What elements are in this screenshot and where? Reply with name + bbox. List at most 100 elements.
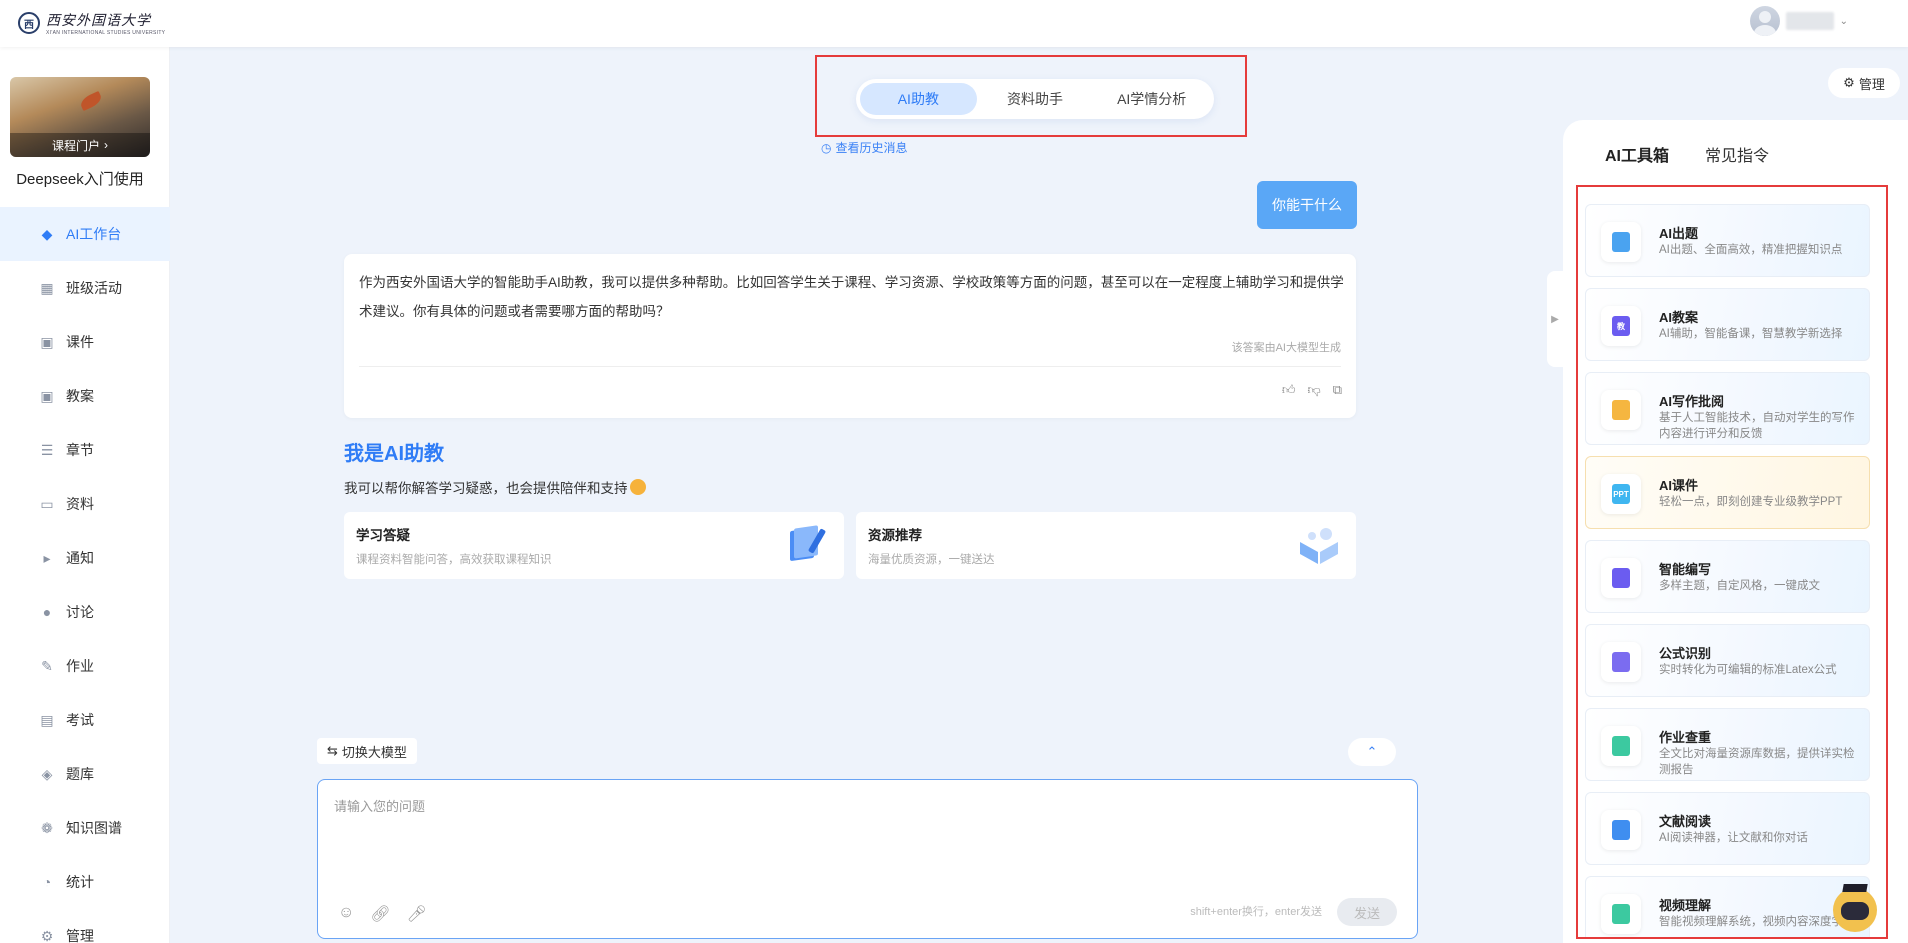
tool-name: AI课件 (1659, 478, 1699, 493)
chevron-down-icon[interactable]: ⌄ (1840, 16, 1848, 27)
course-portal-link[interactable]: 课程门户 › (10, 133, 150, 157)
tool-card[interactable]: PPT AI课件 轻松一点，即刻创建专业级教学PPT (1585, 456, 1870, 529)
tab-ai-assistant[interactable]: AI助教 (860, 83, 977, 115)
panel-toggle-button[interactable]: ▶ (1547, 271, 1563, 367)
tool-card[interactable]: AI出题 AI出题、全面高效，精准把握知识点 (1585, 204, 1870, 277)
manage-button[interactable]: ⚙ 管理 (1828, 68, 1900, 98)
open-book-icon (1300, 528, 1338, 564)
tab-material-assistant[interactable]: 资料助手 (977, 83, 1094, 115)
tool-glyph (1612, 736, 1630, 756)
microphone-icon[interactable]: 🎤︎ (407, 904, 427, 924)
sidebar-item-ai-workbench[interactable]: ◆ AI工作台 (0, 207, 170, 261)
chat-input[interactable] (334, 796, 1394, 886)
tool-desc: 实时转化为可编辑的标准Latex公式 (1659, 664, 1837, 676)
university-seal-icon: 西 (18, 12, 40, 34)
tool-desc: 基于人工智能技术，自动对学生的写作内容进行评分和反馈 (1659, 412, 1855, 440)
sidebar-item-manage[interactable]: ⚙ 管理 (0, 909, 170, 943)
user-menu[interactable]: ⌄ (1749, 6, 1848, 36)
chat-input-box: ☺ 🔗︎ 🎤︎ shift+enter换行，enter发送 发送 (317, 779, 1418, 939)
smile-emoji-icon (629, 479, 646, 495)
graph-icon: ❁ (41, 819, 53, 836)
divider (359, 366, 1341, 367)
emoji-icon[interactable]: ☺ (338, 904, 354, 924)
tool-card[interactable]: 作业查重 全文比对海量资源库数据，提供详实检测报告 (1585, 708, 1870, 781)
tool-card[interactable]: 智能编写多样主题，自定风格，一键成文 (1585, 540, 1870, 613)
sidebar-item-homework[interactable]: ✎ 作业 (0, 639, 170, 693)
user-name-redacted (1785, 12, 1834, 30)
tool-desc: 多样主题，自定风格，一键成文 (1659, 580, 1820, 592)
sidebar-item-notice[interactable]: ▸ 通知 (0, 531, 170, 585)
tool-list: AI出题 AI出题、全面高效，精准把握知识点教 AI教案 AI辅助，智能备课，智慧教学… (1585, 204, 1870, 939)
tool-icon (1601, 810, 1641, 850)
caret-right-icon: ▶ (1551, 313, 1559, 325)
tool-glyph (1612, 568, 1630, 588)
tool-glyph: PPT (1612, 484, 1630, 504)
swap-icon: ⇆ (327, 743, 338, 758)
tool-name: 公式识别 (1659, 646, 1712, 661)
history-link[interactable]: ◷ 查看历史消息 (821, 139, 908, 156)
sidebar-item-class-activity[interactable]: ▦ 班级活动 (0, 261, 170, 315)
tool-name: 文献阅读 (1659, 814, 1712, 829)
sidebar-item-knowledge-graph[interactable]: ❁ 知识图谱 (0, 801, 170, 855)
tool-card[interactable]: 视频理解 智能视频理解系统，视频内容深度学习 (1585, 876, 1870, 939)
feature-card-resources[interactable]: 资源推荐 海量优质资源，一键送达 (856, 512, 1356, 579)
avatar[interactable] (1749, 6, 1780, 36)
copy-icon[interactable]: ⧉ (1333, 382, 1342, 398)
course-cover[interactable]: 课程门户 › (10, 77, 150, 157)
tool-card[interactable]: 教 AI教案 AI辅助，智能备课，智慧教学新选择 (1585, 288, 1870, 361)
tool-name: AI教案 (1659, 310, 1699, 325)
sidebar-item-courseware[interactable]: ▣ 课件 (0, 315, 170, 369)
sidebar-item-chapters[interactable]: ☰ 章节 (0, 423, 170, 477)
collapse-up-button[interactable]: ⌃ (1348, 738, 1396, 766)
user-message-bubble: 你能干什么 (1257, 181, 1357, 229)
book-pen-icon (790, 525, 826, 561)
sidebar-item-question-bank[interactable]: ◈ 题库 (0, 747, 170, 801)
tab-learning-analysis[interactable]: AI学情分析 (1093, 83, 1210, 115)
tool-card[interactable]: 公式识别实时转化为可编辑的标准Latex公式 (1585, 624, 1870, 697)
sidebar-item-statistics[interactable]: ◔ 统计 (0, 855, 170, 909)
mode-tabs: AI助教 资料助手 AI学情分析 (856, 79, 1214, 119)
feature-card-qa[interactable]: 学习答疑 课程资料智能问答，高效获取课程知识 (344, 512, 844, 579)
tool-card[interactable]: AI写作批阅基于人工智能技术，自动对学生的写作内容进行评分和反馈 (1585, 372, 1870, 445)
course-title: Deepseek入门使用 (16, 171, 144, 188)
tool-desc: AI辅助，智能备课，智慧教学新选择 (1659, 328, 1843, 340)
thumbs-down-icon[interactable]: 👎︎ (1308, 382, 1321, 398)
ai-generated-note: 该答案由AI大模型生成 (1231, 342, 1341, 354)
link-icon[interactable]: 🔗︎ (370, 904, 390, 924)
history-clock-icon: ◷ (821, 140, 832, 155)
sidebar-item-discussion[interactable]: ● 讨论 (0, 585, 170, 639)
tool-glyph (1612, 904, 1630, 924)
university-logo[interactable]: 西 西安外国语大学 XI'AN INTERNATIONAL STUDIES UN… (18, 10, 165, 36)
sidebar-item-materials[interactable]: ▭ 资料 (0, 477, 170, 531)
tool-glyph (1612, 400, 1630, 420)
sidebar-item-exam[interactable]: ▤ 考试 (0, 693, 170, 747)
sidebar: 课程门户 › Deepseek入门使用 ◆ AI工作台 ▦ 班级活动 ▣ 课件 … (0, 47, 170, 943)
tab-ai-toolbox[interactable]: AI工具箱 (1605, 142, 1669, 166)
tool-icon (1601, 222, 1641, 262)
intro-title: 我是AI助教 (344, 443, 444, 465)
tool-name: AI写作批阅 (1659, 394, 1725, 409)
tool-icon: 教 (1601, 306, 1641, 346)
tab-common-commands[interactable]: 常见指令 (1705, 142, 1769, 166)
answer-actions: 👍︎ 👎︎ ⧉ (1282, 382, 1342, 398)
list-icon: ☰ (40, 441, 54, 458)
ai-answer-card: 作为西安外国语大学的智能助手AI助教，我可以提供多种帮助。比如回答学生关于课程、… (344, 254, 1356, 418)
grid-icon: ▦ (40, 279, 54, 296)
lesson-plan-icon: ▣ (40, 387, 54, 404)
sidebar-item-lesson-plan[interactable]: ▣ 教案 (0, 369, 170, 423)
tool-card[interactable]: 文献阅读 AI阅读神器，让文献和你对话 (1585, 792, 1870, 865)
tool-name: 智能编写 (1659, 562, 1712, 577)
switch-model-button[interactable]: ⇆ 切换大模型 (317, 738, 417, 764)
university-name-en: XI'AN INTERNATIONAL STUDIES UNIVERSITY (46, 30, 166, 36)
university-name: 西安外国语大学 (46, 13, 151, 29)
thumbs-up-icon[interactable]: 👍︎ (1282, 382, 1296, 398)
send-button[interactable]: 发送 (1337, 898, 1397, 926)
send-hint: shift+enter换行，enter发送 (1190, 906, 1322, 918)
tool-icon (1601, 390, 1641, 430)
tool-icon (1601, 894, 1641, 934)
assistant-mascot-icon[interactable] (1833, 888, 1877, 932)
tool-icon (1601, 558, 1641, 598)
exam-icon: ▤ (40, 711, 54, 728)
pie-chart-icon: ◔ (42, 874, 52, 890)
folder-icon: ▭ (40, 495, 54, 512)
